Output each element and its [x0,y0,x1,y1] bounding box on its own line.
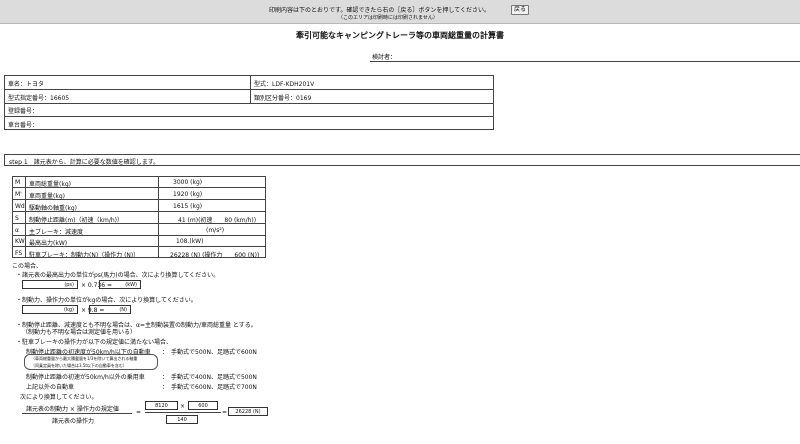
formula-equals: = [136,409,142,416]
operation-value-field: 140 [166,415,198,424]
condition-2-label: 制動停止距離の初速が50km/h以外の乗用車 [26,374,145,381]
kg-result-unit: (N) [119,307,127,313]
table-row-value: 26228 (N) (操作力 600 (N)) [170,252,260,259]
page-title: 牽引可能なキャンピングトレーラ等の車両総重量の計算書 [296,31,504,40]
table-row-label: 駆動軸の軸重(kg) [29,205,77,212]
condition-2-value: ： 手動式で400N、足踏式で500N [162,374,257,381]
formula-result-field: 26228 (N) [228,407,268,416]
table-row-value: 1615 (kg) [173,203,203,210]
category-number: 類別区分番号：0169 [254,95,312,102]
table-row-value: 41 (m)(初速 80 (km/h)) [178,217,257,224]
formula-numerator: 諸元表の制動力 × 操作力の規定値 [26,406,119,413]
vehicle-table-divider [4,89,494,90]
vehicle-table-divider [250,75,251,103]
table-row-symbol: FS [15,250,23,257]
condition-3-value: ： 手動式で600N、足踏式で700N [162,384,257,391]
reviewer-label: 検討者： [372,54,397,61]
table-row-label: 最高出力(kW) [29,240,68,247]
table-row-label: 駐車ブレーキ：制動力(N)（操作力 (N)） [29,252,140,259]
force-value: 8120 [155,403,168,409]
print-instruction: 印刷内容は下のとおりです。確認できたら右の［戻る］ボタンを押してください。 [269,7,491,14]
condition-1-bracket: （車両総重量から最大積載量を1/3を除いて算出される軸重 （同乗定員を除いた場合… [24,354,158,370]
type-designation-number: 型式指定番号：16605 [8,95,70,102]
table-row-value: 108.(kW) [176,238,204,245]
table-row-label: 車両総重量(kg) [29,181,71,188]
formula-equals: = [222,409,228,416]
regulation-value: 600 [198,403,208,409]
conversion-instruction: 次により換算してください。 [20,394,98,401]
regulation-value-field: 600 [188,401,218,410]
notes-intro: この場合、 [12,263,43,270]
ps-unit: (ps) [64,282,74,288]
ps-result-unit: (kW) [125,282,137,288]
table-row-symbol: M [15,179,21,186]
back-button[interactable]: 戻る [511,5,530,15]
table-row-symbol: Wd [15,203,25,210]
table-row-symbol: S [15,215,19,222]
condition-3-label: 上記以外の自動車 [26,384,75,391]
kg-result-field: (N) [89,305,131,314]
formula-denominator: 諸元表の操作力 [52,418,95,425]
reviewer-line [370,61,800,62]
formula-times: × [180,403,186,410]
step1-header: step 1 諸元表から、計算に必要な数値を確認します。 [4,154,800,166]
print-preview-bar: 印刷内容は下のとおりです。確認できたら右の［戻る］ボタンを押してください。 （こ… [0,0,800,24]
kg-conversion-note: ・制動力、操作力の単位がkgの場合、次により換算してください。 [16,297,197,304]
condition-1-value: ： 手動式で500N、足踏式で600N [162,349,257,356]
kg-input[interactable]: (kg) [22,305,78,314]
brake-note-sub: （制動力も不明な場合は測定値を用いる） [22,329,137,336]
table-row-symbol: α [15,227,19,234]
formula-result: 26228 (N) [235,409,261,415]
vehicle-maker: 車名：トヨタ [8,81,45,88]
step1-label: step 1 諸元表から、計算に必要な数値を確認します。 [9,159,160,166]
table-row-value: (m/s²) [206,227,225,234]
parking-brake-note: ・駐車ブレーキの操作力が以下の規定値に満たない場合、 [16,339,173,346]
vehicle-table-divider [4,103,494,104]
registration-number: 登録番号： [8,108,39,115]
table-row-value: 1920 (kg) [173,191,203,198]
table-row-label: 車両重量(kg) [29,193,65,200]
formula-fraction-bar [22,413,132,414]
table-row-label: 制動停止距離(m)（初速（km/h)） [29,217,124,224]
table-row-label: 主ブレーキ：減速度 [29,229,84,236]
kg-unit: (kg) [64,307,74,313]
ps-result-field: (kW) [99,280,141,289]
vehicle-table-divider [4,116,494,117]
operation-value: 140 [177,417,187,423]
condition-1-sub: （同乗定員を除いた場合は3.5t以下の自動車を含む） [31,363,127,368]
table-row-symbol: KW [15,238,25,245]
formula-fraction-bar [145,412,221,413]
condition-1-sub: （車両総重量から最大積載量を1/3を除いて算出される軸重 [31,356,138,361]
table-row-value: 3000 (kg) [173,179,203,186]
force-value-field: 8120 [145,401,178,410]
vehicle-model: 型式：LDF-KDH201V [254,81,315,88]
table-row-symbol: M' [15,191,22,198]
ps-input[interactable]: (ps) [22,280,78,289]
chassis-number: 車台番号： [8,122,39,129]
ps-conversion-note: ・諸元表の最高出力の単位がps(馬力)の場合、次により換算してください。 [16,272,220,279]
print-area-note: （このエリアは印刷時には印刷されません） [338,15,438,21]
